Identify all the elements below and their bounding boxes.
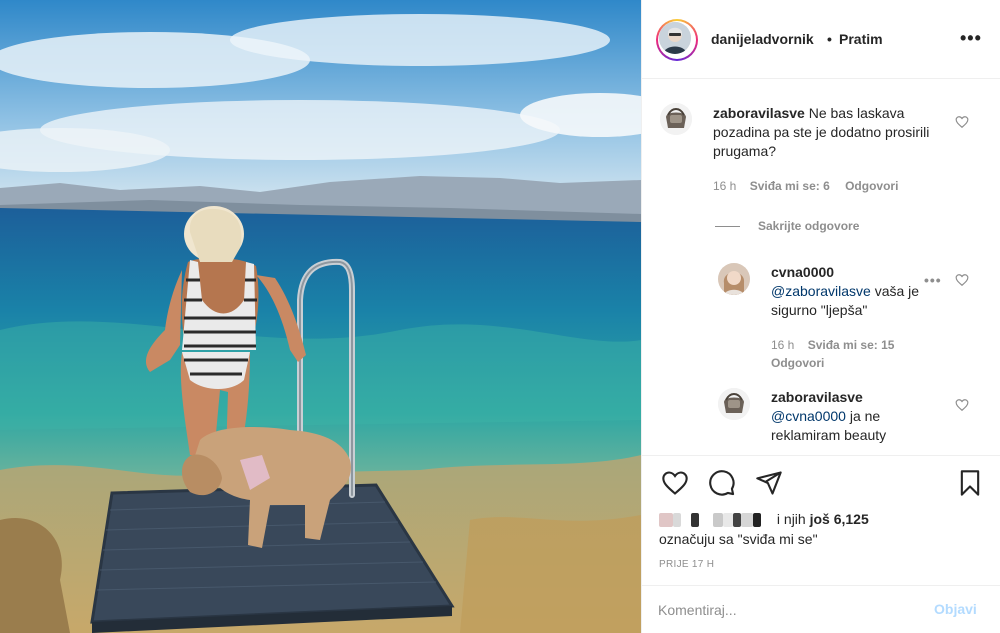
reply-button[interactable]: Odgovori (845, 179, 898, 193)
hide-replies-line (715, 226, 740, 227)
camera-bag-avatar-icon (718, 388, 750, 420)
reply-avatar[interactable] (718, 263, 750, 295)
hide-replies-button[interactable]: Sakrijte odgovore (758, 219, 859, 233)
comment-likes-count[interactable]: Sviđa mi se: 6 (750, 179, 830, 193)
share-icon[interactable] (755, 469, 783, 497)
comment-meta: 16 h Sviđa mi se: 6 Odgovori (713, 179, 898, 193)
likes-count[interactable]: još 6,125 (810, 511, 869, 527)
comment-time[interactable]: 16 h (713, 179, 736, 193)
header-separator: • (827, 31, 832, 47)
reply-more-options-icon[interactable]: ••• (924, 272, 942, 288)
post-time[interactable]: PRIJE 17 H (659, 559, 714, 570)
camera-bag-avatar-icon (660, 103, 692, 135)
reply-body: cvna0000 @zaboravilasve vaša je sigurno … (771, 263, 936, 320)
add-comment-section: Objavi (642, 585, 1000, 633)
reply-mention[interactable]: @cvna0000 (771, 408, 846, 424)
reply-likes-count[interactable]: Sviđa mi se: 15 (808, 338, 895, 352)
reply-username[interactable]: zaboravilasve (771, 389, 863, 405)
comment-input[interactable] (658, 598, 918, 622)
likes-line2: označuju sa "sviđa mi se" (659, 531, 818, 547)
comment-username[interactable]: zaboravilasve (713, 105, 805, 121)
comment-body: zaboravilasve Ne bas laskava pozadina pa… (713, 104, 933, 161)
reply-like-heart-icon[interactable] (955, 273, 969, 287)
bookmark-icon[interactable] (956, 469, 984, 497)
comment-like-heart-icon[interactable] (955, 115, 969, 129)
reply-mention[interactable]: @zaboravilasve (771, 283, 871, 299)
reply-body: zaboravilasve @cvna0000 ja ne reklamiram… (771, 388, 921, 445)
reply-avatar[interactable] (718, 388, 750, 420)
likes-summary: i njih još 6,125 označuju sa "sviđa mi s… (659, 509, 869, 549)
comments-list[interactable]: zaboravilasve Ne bas laskava pozadina pa… (642, 80, 1000, 455)
author-avatar[interactable] (656, 19, 698, 61)
beach-photo-illustration (0, 0, 641, 633)
comment-icon[interactable] (708, 469, 736, 497)
liker-avatars-blurred[interactable] (659, 511, 777, 528)
author-username[interactable]: danijeladvornik (711, 31, 814, 47)
post-actions: i njih još 6,125 označuju sa "sviđa mi s… (642, 455, 1000, 575)
post-photo[interactable] (0, 0, 641, 633)
reply-meta: 16 h Sviđa mi se: 15 Odgovori (771, 336, 931, 372)
reply-username[interactable]: cvna0000 (771, 264, 834, 280)
post-comment-button[interactable]: Objavi (934, 601, 977, 617)
following-button[interactable]: Pratim (839, 31, 883, 47)
author-avatar-image (659, 22, 691, 54)
woman-avatar-icon (718, 263, 750, 295)
post-header: danijeladvornik • Pratim ••• (642, 0, 1000, 79)
heart-icon[interactable] (661, 469, 689, 497)
comment-avatar[interactable] (660, 103, 692, 135)
likes-middle: njih (780, 511, 810, 527)
more-options-icon[interactable]: ••• (960, 28, 982, 49)
reply-reply-button[interactable]: Odgovori (771, 356, 824, 370)
reply-like-heart-icon[interactable] (955, 398, 969, 412)
reply-time[interactable]: 16 h (771, 338, 794, 352)
post-side-panel: danijeladvornik • Pratim ••• zaboravilas… (641, 0, 1000, 633)
